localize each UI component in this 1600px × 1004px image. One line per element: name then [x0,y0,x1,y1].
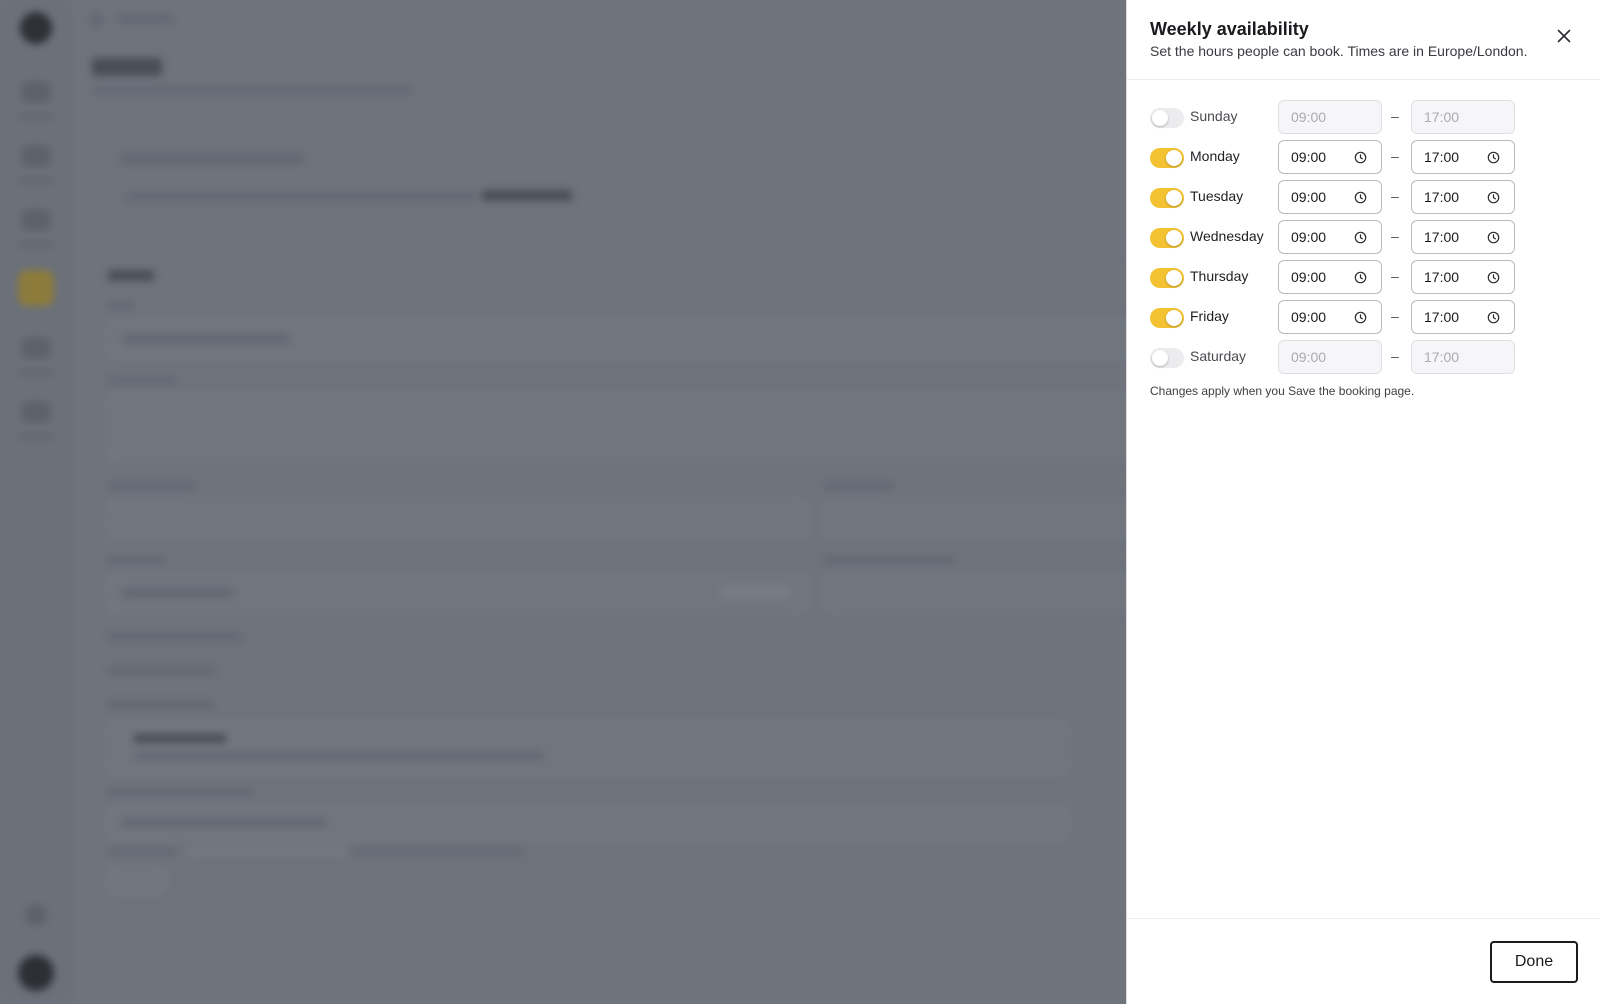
day-label: Saturday [1190,348,1247,364]
clock-icon [1487,271,1500,284]
clock-icon [1354,231,1367,244]
end-time-value: 17:00 [1424,269,1460,285]
clock-icon [1354,151,1367,164]
start-time-input[interactable]: 09:00 [1278,180,1382,214]
save-note: Changes apply when you Save the booking … [1150,384,1415,398]
clock-icon [1354,311,1367,324]
end-time-input[interactable]: 17:00 [1411,140,1515,174]
day-toggle[interactable] [1150,148,1184,168]
done-button[interactable]: Done [1490,941,1578,983]
end-time-value: 17:00 [1424,189,1460,205]
start-time-input[interactable]: 09:00 [1278,220,1382,254]
day-label: Monday [1190,148,1240,164]
end-time-value: 17:00 [1424,229,1460,245]
end-time-value: 17:00 [1424,309,1460,325]
drawer-subtitle: Set the hours people can book. Times are… [1150,43,1528,59]
start-time-value: 09:00 [1291,349,1327,365]
toggle-knob [1152,350,1168,366]
day-row-friday: Friday 09:00 – 17:00 [1150,300,1550,334]
clock-icon [1354,271,1367,284]
day-toggle[interactable] [1150,188,1184,208]
end-time-input: 17:00 [1411,100,1515,134]
end-time-input: 17:00 [1411,340,1515,374]
day-toggle[interactable] [1150,308,1184,328]
availability-drawer: Weekly availability Set the hours people… [1126,0,1600,1004]
drawer-footer: Done [1127,918,1600,1004]
app-sidebar [0,0,72,1004]
start-time-input[interactable]: 09:00 [1278,140,1382,174]
close-icon [1557,29,1571,43]
background-content [90,0,1126,1004]
day-row-monday: Monday 09:00 – 17:00 [1150,140,1550,174]
toggle-knob [1152,110,1168,126]
day-label: Wednesday [1190,228,1264,244]
day-toggle[interactable] [1150,348,1184,368]
start-time-input: 09:00 [1278,100,1382,134]
drawer-header: Weekly availability Set the hours people… [1127,0,1600,80]
day-toggle[interactable] [1150,228,1184,248]
end-time-input[interactable]: 17:00 [1411,180,1515,214]
drawer-title: Weekly availability [1150,19,1309,39]
day-label: Tuesday [1190,188,1244,204]
end-time-input[interactable]: 17:00 [1411,220,1515,254]
time-separator: – [1391,148,1399,164]
close-button[interactable] [1554,26,1574,46]
end-time-value: 17:00 [1424,349,1460,365]
day-toggle[interactable] [1150,268,1184,288]
toggle-knob [1166,230,1182,246]
clock-icon [1487,311,1500,324]
end-time-value: 17:00 [1424,149,1460,165]
time-separator: – [1391,228,1399,244]
toggle-knob [1166,310,1182,326]
start-time-value: 09:00 [1291,309,1327,325]
time-separator: – [1391,268,1399,284]
background-app [0,0,1126,1004]
time-separator: – [1391,188,1399,204]
start-time-value: 09:00 [1291,109,1327,125]
day-row-wednesday: Wednesday 09:00 – 17:00 [1150,220,1550,254]
day-row-saturday: Saturday 09:00 – 17:00 [1150,340,1550,374]
end-time-input[interactable]: 17:00 [1411,260,1515,294]
end-time-value: 17:00 [1424,109,1460,125]
time-separator: – [1391,108,1399,124]
start-time-value: 09:00 [1291,149,1327,165]
toggle-knob [1166,190,1182,206]
time-separator: – [1391,348,1399,364]
start-time-input: 09:00 [1278,340,1382,374]
clock-icon [1354,191,1367,204]
day-row-tuesday: Tuesday 09:00 – 17:00 [1150,180,1550,214]
avatar [18,955,54,991]
start-time-value: 09:00 [1291,189,1327,205]
start-time-value: 09:00 [1291,269,1327,285]
day-label: Friday [1190,308,1229,324]
day-row-thursday: Thursday 09:00 – 17:00 [1150,260,1550,294]
end-time-input[interactable]: 17:00 [1411,300,1515,334]
day-toggle[interactable] [1150,108,1184,128]
start-time-value: 09:00 [1291,229,1327,245]
clock-icon [1487,231,1500,244]
day-row-sunday: Sunday 09:00 – 17:00 [1150,100,1550,134]
start-time-input[interactable]: 09:00 [1278,260,1382,294]
day-label: Thursday [1190,268,1249,284]
clock-icon [1487,191,1500,204]
app-logo [20,12,52,44]
toggle-knob [1166,150,1182,166]
time-separator: – [1391,308,1399,324]
clock-icon [1487,151,1500,164]
start-time-input[interactable]: 09:00 [1278,300,1382,334]
toggle-knob [1166,270,1182,286]
day-label: Sunday [1190,108,1238,124]
